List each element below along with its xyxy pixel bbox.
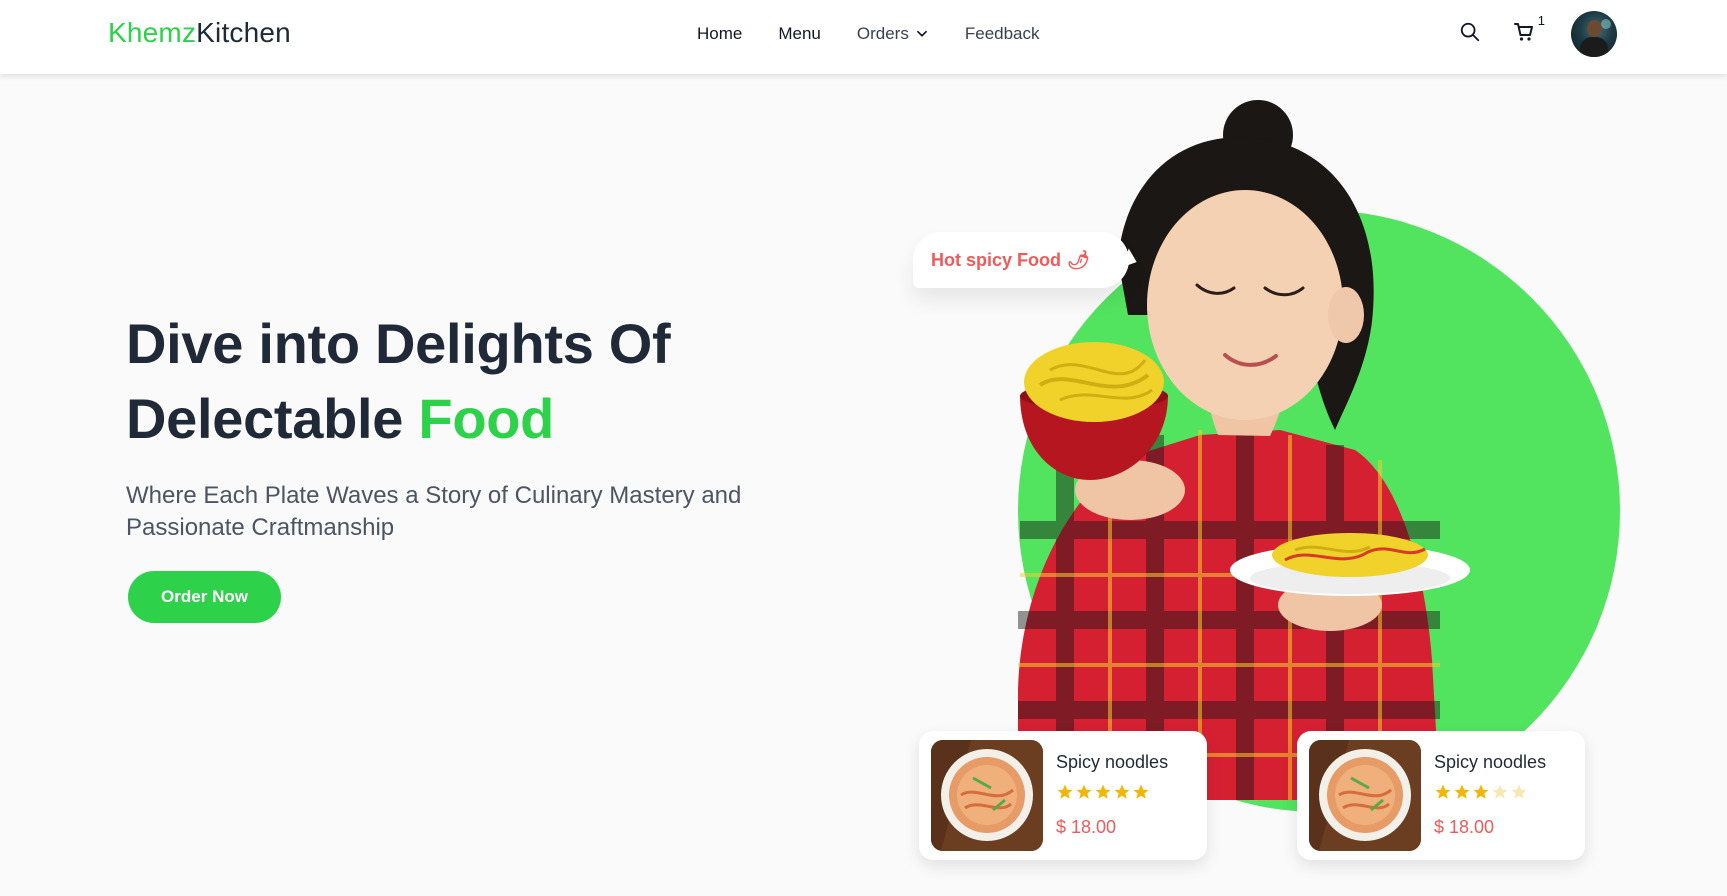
food-thumbnail xyxy=(931,740,1043,851)
star-empty-icon xyxy=(1491,783,1509,806)
star-icon xyxy=(1094,783,1112,806)
food-price: $ 18.00 xyxy=(1056,817,1117,837)
nav-orders-label: Orders xyxy=(856,24,909,43)
nav-links: Home Menu Orders Feedback xyxy=(697,24,1040,44)
star-icon xyxy=(1434,783,1452,806)
hero-title-line-2-prefix: Delectable xyxy=(126,387,419,450)
person-with-noodles-illustration xyxy=(1018,100,1470,800)
nav-orders[interactable]: Orders xyxy=(857,24,929,44)
search-icon xyxy=(1459,21,1481,48)
logo-part-2: Kitchen xyxy=(196,17,291,48)
hero-subtitle: Where Each Plate Waves a Story of Culina… xyxy=(126,482,742,541)
hero-title-line-1: Dive into Delights Of xyxy=(126,312,671,375)
rating-stars xyxy=(1056,783,1150,806)
chevron-down-icon xyxy=(915,27,929,41)
rating-stars xyxy=(1434,783,1528,806)
star-icon xyxy=(1056,783,1074,806)
avatar[interactable] xyxy=(1571,11,1617,57)
hero-visual xyxy=(900,100,1640,812)
star-empty-icon xyxy=(1510,783,1528,806)
food-card[interactable]: Spicy noodles $ 18.00 xyxy=(919,731,1207,860)
hero-title-accent: Food xyxy=(418,387,555,450)
star-icon xyxy=(1113,783,1131,806)
nav-icons: 1 xyxy=(1453,11,1617,57)
food-title: Spicy noodles xyxy=(1056,752,1169,772)
hero-title-line-2: Delectable Food xyxy=(126,381,670,456)
food-card[interactable]: Spicy noodles $ 18.00 xyxy=(1297,731,1585,860)
nav-feedback[interactable]: Feedback xyxy=(965,24,1040,44)
star-icon xyxy=(1453,783,1471,806)
food-title: Spicy noodles xyxy=(1434,752,1547,772)
order-now-button[interactable]: Order Now xyxy=(128,571,281,623)
food-price: $ 18.00 xyxy=(1434,817,1495,837)
navbar: KhemzKitchen Home Menu Orders Feedback 1 xyxy=(0,0,1727,74)
logo[interactable]: KhemzKitchen xyxy=(108,17,291,49)
cart-icon xyxy=(1512,20,1536,49)
star-icon xyxy=(1075,783,1093,806)
nav-menu[interactable]: Menu xyxy=(778,24,821,44)
nav-home[interactable]: Home xyxy=(697,24,742,44)
hot-spicy-badge: Hot spicy Food 🌶 xyxy=(913,232,1129,288)
logo-part-1: Khemz xyxy=(108,17,197,48)
search-button[interactable] xyxy=(1453,17,1487,51)
cart-count: 1 xyxy=(1537,13,1545,28)
chili-icon: 🌶 xyxy=(1067,249,1090,270)
food-thumbnail xyxy=(1309,740,1421,851)
star-icon xyxy=(1132,783,1150,806)
hot-spicy-text: Hot spicy Food xyxy=(931,249,1061,270)
cart-button[interactable]: 1 xyxy=(1507,13,1545,51)
star-icon xyxy=(1472,783,1490,806)
hero-title: Dive into Delights Of Delectable Food xyxy=(126,306,671,456)
